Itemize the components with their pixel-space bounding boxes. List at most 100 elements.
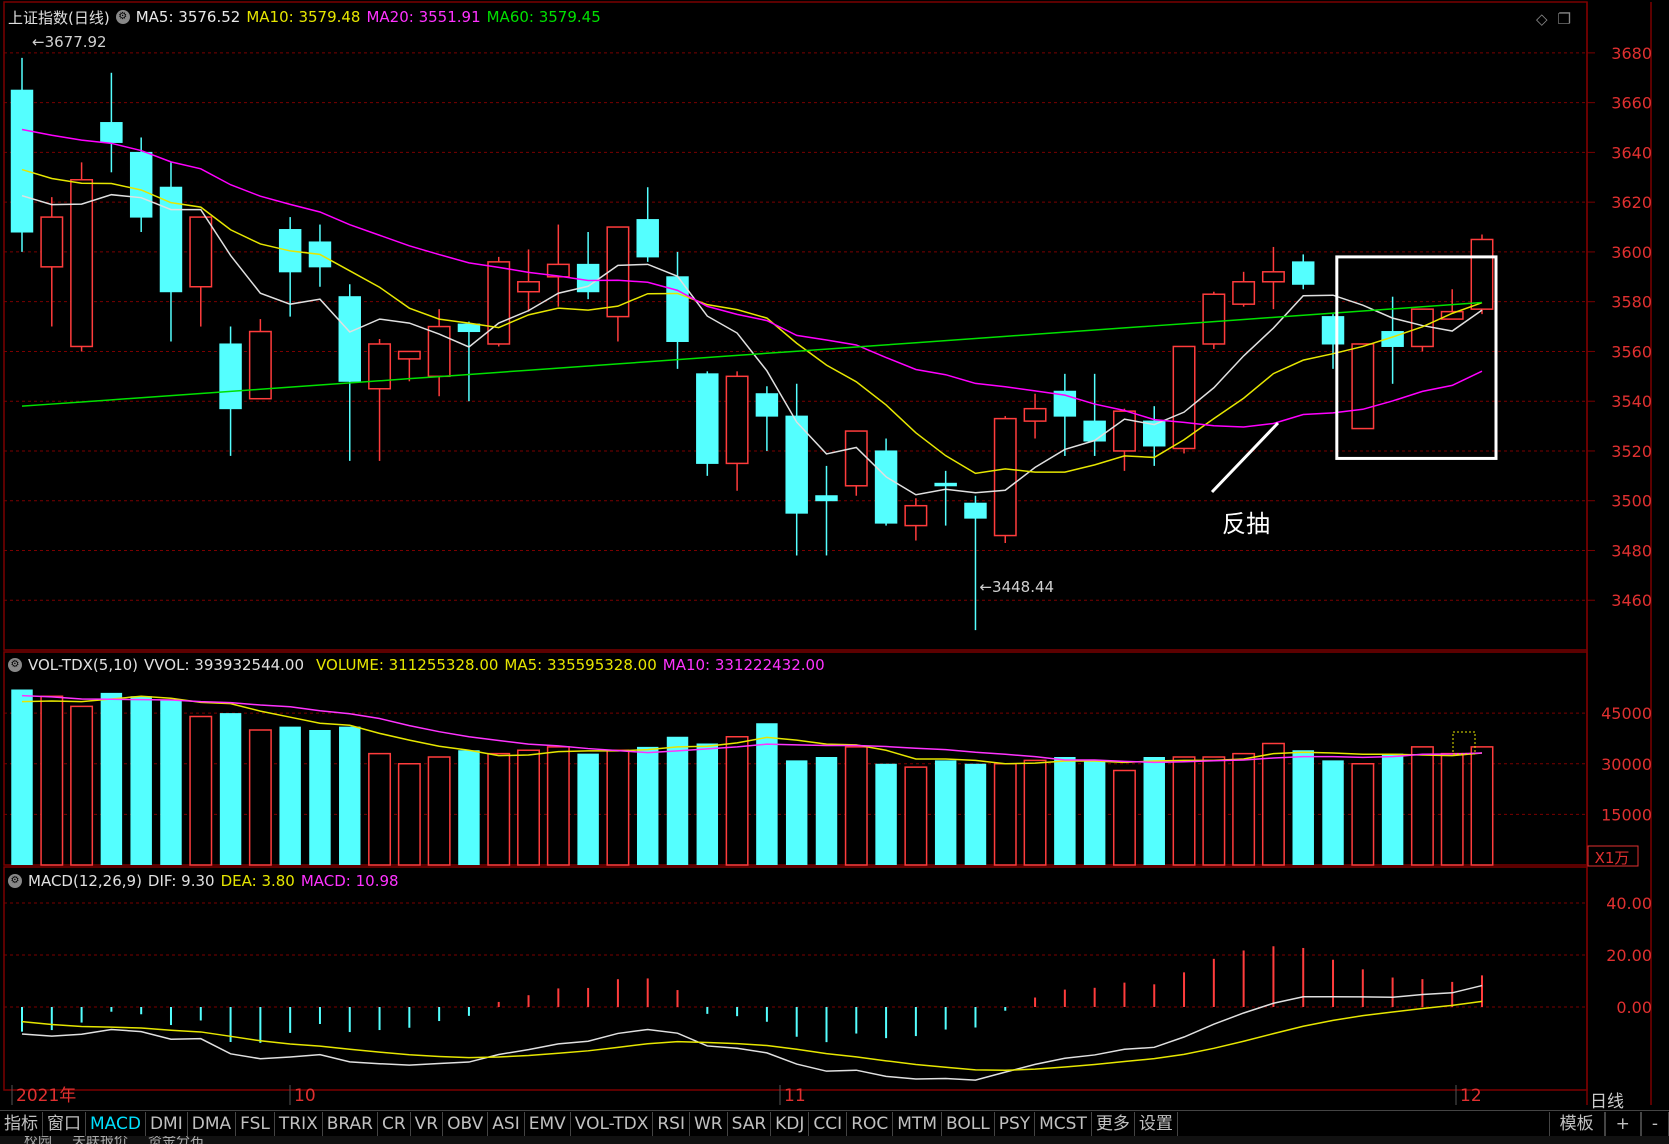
indicator-tab-cr[interactable]: CR (378, 1112, 411, 1136)
diamond-icon[interactable]: ◇ (1536, 10, 1548, 28)
indicator-tab-emv[interactable]: EMV (525, 1112, 571, 1136)
volume-bar-up (1440, 752, 1464, 866)
volume-bar-down (1143, 757, 1165, 865)
window-restore-icon[interactable]: ❐ (1558, 10, 1571, 28)
settings-toggle-icon[interactable]: ⚙ (115, 10, 130, 24)
index-title[interactable]: 上证指数(日线) (8, 7, 110, 28)
candle-body-up (1023, 407, 1047, 422)
price-info-bar: 上证指数(日线) ⚙ MA5: 3576.52 MA10: 3579.48 MA… (8, 6, 601, 28)
indicator-tab-dmi[interactable]: DMI (146, 1112, 188, 1136)
price-tick-label: 3660 (1611, 94, 1652, 113)
date-tick-label: 10 (294, 1086, 316, 1106)
volume-bar-up (1470, 746, 1494, 866)
candle-body-up (1470, 238, 1494, 310)
volume-bar-up (1351, 763, 1375, 866)
volume-bar-down (696, 743, 719, 865)
indicator-tab-kdj[interactable]: KDJ (771, 1112, 810, 1136)
volume-bar-down (1322, 760, 1344, 865)
candle-body-down (1291, 261, 1315, 285)
candle-body-down (1321, 316, 1345, 345)
candle-body-down (815, 495, 838, 502)
volume-bar-up (517, 749, 541, 866)
indicator-tab-设置[interactable]: 设置 (1135, 1112, 1178, 1136)
candle-body-down (100, 122, 123, 143)
candle-body-up (844, 430, 868, 487)
candle-body-up (993, 417, 1017, 537)
candle-body-up (1351, 343, 1375, 430)
candle-body-down (755, 393, 779, 417)
vvol-value: VVOL: 393932544.00 (144, 656, 305, 674)
indicator-tab-窗口[interactable]: 窗口 (43, 1112, 86, 1136)
indicator-tab-macd[interactable]: MACD (86, 1112, 146, 1136)
macd-value: MACD: 10.98 (300, 872, 399, 890)
indicator-tab-fsl[interactable]: FSL (236, 1112, 275, 1136)
indicator-tab-asi[interactable]: ASI (488, 1112, 525, 1136)
volume-bar-up (1172, 756, 1196, 866)
macd-tick-label: 40.00 (1606, 894, 1652, 913)
indicator-tab-brar[interactable]: BRAR (323, 1112, 378, 1136)
bottom-tab-0[interactable]: 校园 (24, 1136, 52, 1144)
indicator-tab-mcst[interactable]: MCST (1035, 1112, 1092, 1136)
price-tick-label: 3540 (1611, 392, 1652, 411)
candle-body-up (725, 375, 749, 465)
indicator-tab-mtm[interactable]: MTM (893, 1112, 942, 1136)
zoom-in-button[interactable]: + (1604, 1112, 1641, 1136)
bottom-tab-2[interactable]: 资金分布 (148, 1136, 204, 1144)
volume-unit-label: X1万 (1595, 849, 1630, 867)
low-price-label: ←3448.44 (979, 578, 1054, 596)
volume-indicator-name[interactable]: VOL-TDX(5,10) (28, 656, 138, 674)
indicator-tab-rsi[interactable]: RSI (653, 1112, 690, 1136)
period-label[interactable]: 日线 (1590, 1087, 1624, 1112)
price-tick-label: 3620 (1611, 193, 1652, 212)
volume-bar-up (1232, 752, 1256, 866)
candle-body-down (129, 151, 153, 218)
indicator-toolbar: 指标 窗口 MACD DMI DMA FSL TRIX BRAR CR VR OBV ASI EMV VO… (0, 1110, 1669, 1137)
kline-chart[interactable]: 3680 3660 3640 3620 3600 3580 3560 3540 3520 3500… (0, 0, 1669, 1144)
bottom-tab-1[interactable]: 关联报价 (72, 1136, 128, 1144)
indicator-tab-vol-tdx[interactable]: VOL-TDX (571, 1112, 654, 1136)
indicator-tab-psy[interactable]: PSY (995, 1112, 1036, 1136)
volume-bar-down (309, 730, 331, 865)
indicator-tab-dma[interactable]: DMA (188, 1112, 237, 1136)
volume-bar-down (1054, 757, 1076, 865)
indicator-tab-trix[interactable]: TRIX (275, 1112, 323, 1136)
volume-bar-up (427, 756, 451, 866)
indicator-tab-更多[interactable]: 更多 (1092, 1112, 1135, 1136)
candle-body-up (517, 281, 541, 293)
candle-body-up (1172, 345, 1196, 450)
ma10-line (21, 168, 1483, 475)
bottom-tab-strip: 校园 关联报价 资金分布 (0, 1136, 1669, 1144)
volume-bar-up (1023, 759, 1047, 866)
volume-tick-label: 15000 (1601, 805, 1652, 824)
volume-bar-down (130, 696, 152, 865)
indicator-tab-wr[interactable]: WR (690, 1112, 728, 1136)
candle-body-up (1112, 410, 1136, 452)
template-button[interactable]: 模板 (1548, 1112, 1605, 1136)
zoom-out-button[interactable]: - (1640, 1112, 1669, 1136)
indicator-tab-obv[interactable]: OBV (443, 1112, 489, 1136)
volume-settings-icon[interactable]: ⚙ (8, 658, 22, 672)
indicator-tab-cci[interactable]: CCI (809, 1112, 848, 1136)
candle-body-up (1232, 281, 1256, 305)
macd-indicator-name[interactable]: MACD(12,26,9) (28, 872, 142, 890)
volume-bar-down (1381, 753, 1404, 865)
volume-bar-down (666, 736, 689, 865)
indicator-tab-sar[interactable]: SAR (728, 1112, 772, 1136)
date-tick-label: 11 (784, 1086, 806, 1106)
volume-bar-down (785, 760, 808, 865)
indicator-tab-roc[interactable]: ROC (847, 1112, 894, 1136)
volume-bar-up (397, 763, 421, 866)
indicator-tab-vr[interactable]: VR (411, 1112, 444, 1136)
dif-line (21, 984, 1483, 1081)
vol-ma10-value: MA10: 331222432.00 (662, 656, 825, 674)
candle-body-up (40, 216, 64, 268)
indicator-tab-指标[interactable]: 指标 (0, 1112, 43, 1136)
indicator-tab-boll[interactable]: BOLL (942, 1112, 995, 1136)
volume-tick-label: 45000 (1601, 704, 1652, 723)
volume-bar-down (160, 699, 182, 865)
volume-bar-down (934, 760, 957, 865)
macd-settings-icon[interactable]: ⚙ (8, 874, 22, 888)
annotation-label: 反抽 (1222, 510, 1270, 538)
volume-bar-up (844, 746, 868, 866)
date-tick-label: 2021年 (16, 1086, 76, 1106)
